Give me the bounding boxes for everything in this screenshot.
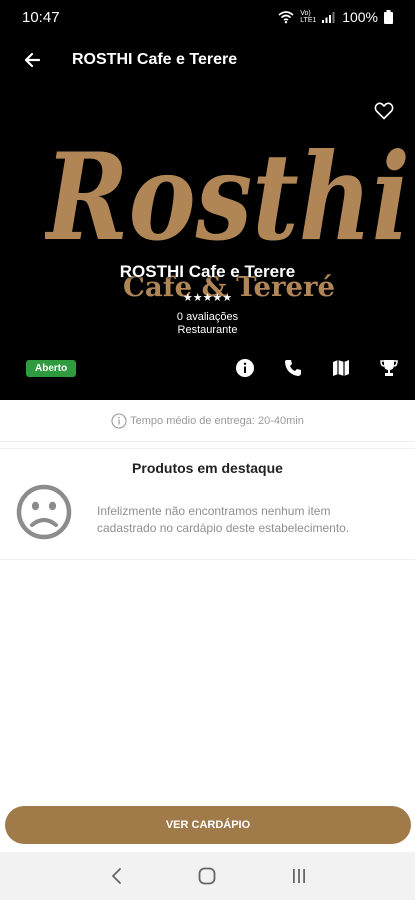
store-name: ROSTHI Cafe e Terere: [119, 262, 296, 281]
rating-stars: ★★★★★: [182, 292, 233, 304]
trophy-button[interactable]: [377, 356, 401, 380]
delivery-text: Tempo médio de entrega: 20-40min: [130, 414, 304, 427]
info-circle-icon: [111, 412, 127, 429]
favorite-button[interactable]: [369, 96, 399, 126]
recents-nav-icon: [293, 869, 306, 883]
status-icons: Vo) LTE1 100%: [278, 9, 393, 25]
signal-icon: [322, 12, 335, 23]
map-icon: [333, 360, 349, 376]
status-bar: 10:47 Vo) LTE1 100%: [0, 0, 415, 34]
store-hero: Rosthi Cafe & Tereré ROSTHI Cafe e Terer…: [0, 34, 415, 400]
heart-outline-icon: [374, 102, 394, 120]
wifi-icon: [278, 11, 294, 24]
logo-main-text: Rosthi: [45, 127, 410, 268]
nav-back-button[interactable]: [96, 856, 136, 896]
app-bar-title: ROSTHI Cafe e Terere: [72, 51, 238, 68]
view-menu-button[interactable]: VER CARDÁPIO: [5, 806, 411, 844]
battery-icon: [384, 10, 393, 24]
empty-message: Infelizmente não encontramos nenhum item…: [97, 504, 350, 535]
back-button[interactable]: [0, 34, 64, 86]
store-actions: [0, 356, 415, 380]
back-nav-icon: [111, 868, 121, 884]
delivery-time: Tempo médio de entrega: 20-40min: [0, 400, 415, 442]
app-bar: ROSTHI Cafe e Terere: [0, 34, 415, 86]
featured-products: Produtos em destaque Infelizmente não en…: [0, 448, 415, 560]
map-button[interactable]: [329, 356, 353, 380]
nav-home-button[interactable]: [187, 856, 227, 896]
info-icon: [236, 359, 254, 377]
network-label: Vo) LTE1: [300, 10, 317, 24]
review-count: 0 avaliações: [176, 311, 239, 323]
info-button[interactable]: [233, 356, 257, 380]
nav-recents-button[interactable]: [279, 856, 319, 896]
phone-button[interactable]: [281, 356, 305, 380]
trophy-icon: [380, 360, 398, 376]
sad-face-icon: [16, 484, 72, 540]
system-nav-bar: [0, 852, 415, 900]
store-category: Restaurante: [177, 324, 238, 336]
arrow-left-icon: [24, 52, 40, 68]
battery-percent: 100%: [342, 9, 378, 25]
phone-icon: [285, 360, 301, 376]
status-time: 10:47: [22, 8, 60, 26]
home-nav-icon: [199, 867, 216, 885]
featured-title: Produtos em destaque: [132, 460, 283, 476]
